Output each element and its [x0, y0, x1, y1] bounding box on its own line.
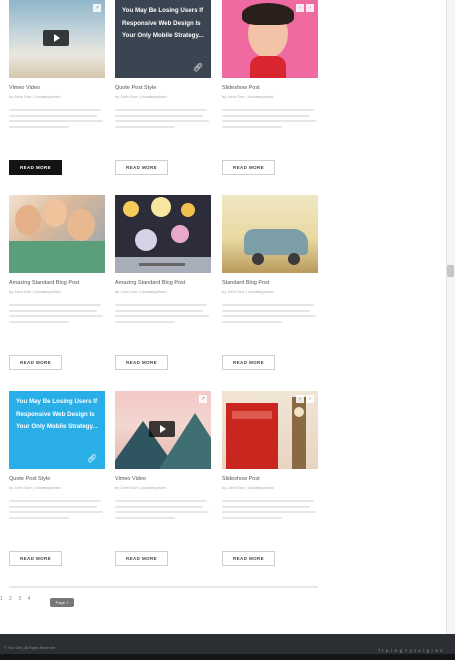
post-card: You May Be Losing Users If Responsive We…	[9, 391, 105, 571]
read-more-button[interactable]: READ MORE	[115, 355, 168, 370]
read-more-button[interactable]: READ MORE	[115, 551, 168, 566]
post-card: You May Be Losing Users If Responsive We…	[115, 0, 211, 180]
share-icon[interactable]: ↗	[199, 395, 207, 403]
social-icon[interactable]: rss	[432, 648, 446, 653]
post-excerpt	[115, 500, 211, 519]
post-meta: by John Doe | Uncategorized	[222, 485, 274, 490]
post-card: ↗ Vimeo Video by John Doe | Uncategorized R…	[115, 391, 211, 571]
play-icon[interactable]	[149, 421, 175, 437]
post-meta: by John Doe | Uncategorized	[115, 94, 167, 99]
post-thumbnail[interactable]: ↗	[115, 391, 211, 469]
footer-copyright: © Your Site | All Rights Reserved	[4, 646, 55, 650]
quote-text: You May Be Losing Users If Responsive We…	[122, 7, 204, 39]
post-title[interactable]: Slideshow Post	[222, 476, 318, 482]
post-thumbnail[interactable]: ↗	[9, 0, 105, 78]
post-meta: by John Doe | Uncategorized	[222, 94, 274, 99]
next-icon[interactable]: ›	[306, 4, 314, 12]
scrollbar[interactable]	[446, 0, 455, 634]
post-excerpt	[222, 304, 318, 323]
read-more-button[interactable]: READ MORE	[222, 160, 275, 175]
post-meta: by John Doe | Uncategorized	[115, 485, 167, 490]
post-thumbnail[interactable]: You May Be Losing Users If Responsive We…	[9, 391, 105, 469]
read-more-button[interactable]: READ MORE	[9, 355, 62, 370]
read-more-button[interactable]: READ MORE	[222, 355, 275, 370]
post-thumbnail[interactable]: ‹ ›	[222, 0, 318, 78]
post-title[interactable]: Vimeo Video	[115, 476, 211, 482]
read-more-button[interactable]: READ MORE	[9, 160, 62, 175]
post-excerpt	[9, 304, 105, 323]
post-card: Standard Blog Post by John Doe | Uncatego…	[222, 195, 318, 375]
post-excerpt	[115, 304, 211, 323]
post-card: Amazing Standard Blog Post by John Doe | …	[9, 195, 105, 375]
share-icon[interactable]: ↗	[93, 4, 101, 12]
post-excerpt	[9, 109, 105, 128]
post-meta: by John Doe | Uncategorized	[115, 289, 167, 294]
post-meta: by John Doe | Uncategorized	[222, 289, 274, 294]
read-more-button[interactable]: READ MORE	[115, 160, 168, 175]
page-link[interactable]: 1	[0, 596, 3, 602]
read-more-button[interactable]: READ MORE	[222, 551, 275, 566]
link-icon: 🔗︎	[86, 454, 97, 463]
pagination: 1 2 3 4	[0, 596, 35, 602]
post-card: Amazing Standard Blog Post by John Doe | …	[115, 195, 211, 375]
quote-text: You May Be Losing Users If Responsive We…	[16, 398, 98, 430]
page-link[interactable]: 3	[18, 596, 21, 602]
social-icon[interactable]: ig	[423, 648, 432, 653]
post-title[interactable]: Vimeo Video	[9, 85, 105, 91]
taskbar	[0, 654, 455, 660]
page-link[interactable]: 2	[9, 596, 12, 602]
post-card: ‹ › Slideshow Post by John Doe | Uncategori…	[222, 0, 318, 180]
play-icon[interactable]	[43, 30, 69, 46]
post-title[interactable]: Slideshow Post	[222, 85, 318, 91]
social-icon[interactable]: g+	[400, 648, 410, 653]
post-thumbnail[interactable]	[222, 195, 318, 273]
prev-icon[interactable]: ‹	[296, 395, 304, 403]
post-card: ‹ › Slideshow Post by John Doe | Uncategori…	[222, 391, 318, 571]
post-title[interactable]: Amazing Standard Blog Post	[115, 280, 211, 286]
post-thumbnail[interactable]: ‹ ›	[222, 391, 318, 469]
page-link[interactable]: 4	[28, 596, 31, 602]
post-card: ↗ Vimeo Video by John Doe | Uncategorized R…	[9, 0, 105, 180]
post-thumbnail[interactable]	[115, 195, 211, 273]
scrollbar-thumb[interactable]	[447, 265, 454, 277]
post-excerpt	[9, 500, 105, 519]
page-tooltip: Page 1	[50, 598, 74, 607]
prev-icon[interactable]: ‹	[296, 4, 304, 12]
post-meta: by John Doe | Uncategorized	[9, 485, 61, 490]
post-excerpt	[222, 109, 318, 128]
post-excerpt	[115, 109, 211, 128]
post-thumbnail[interactable]	[9, 195, 105, 273]
divider	[9, 586, 318, 588]
next-icon[interactable]: ›	[306, 395, 314, 403]
post-excerpt	[222, 500, 318, 519]
link-icon: 🔗︎	[192, 63, 203, 72]
post-meta: by John Doe | Uncategorized	[9, 289, 61, 294]
post-title[interactable]: Quote Post Style	[115, 85, 211, 91]
social-icons: ftping+ytvigrss	[379, 648, 445, 653]
read-more-button[interactable]: READ MORE	[9, 551, 62, 566]
social-icon[interactable]: in	[391, 648, 400, 653]
post-title[interactable]: Standard Blog Post	[222, 280, 318, 286]
post-thumbnail[interactable]: You May Be Losing Users If Responsive We…	[115, 0, 211, 78]
social-icon[interactable]: yt	[410, 648, 419, 653]
post-title[interactable]: Amazing Standard Blog Post	[9, 280, 105, 286]
post-title[interactable]: Quote Post Style	[9, 476, 105, 482]
post-meta: by John Doe | Uncategorized	[9, 94, 61, 99]
